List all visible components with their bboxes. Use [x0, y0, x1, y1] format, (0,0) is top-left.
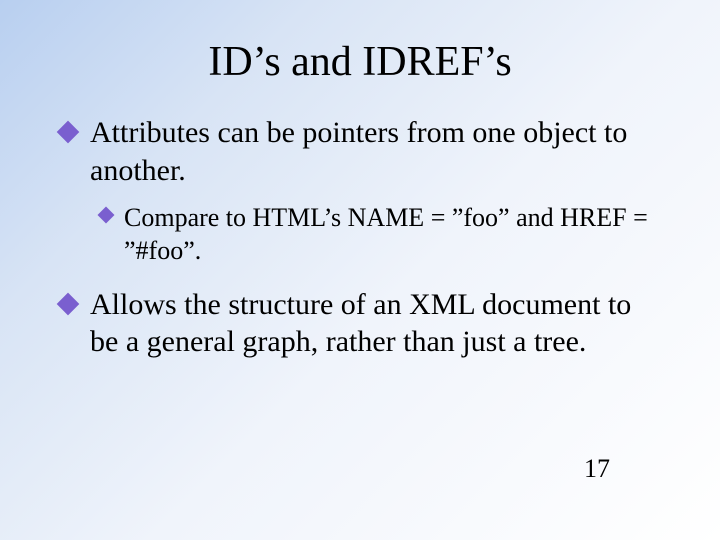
page-number: 17 [584, 454, 610, 484]
diamond-bullet-icon [57, 121, 80, 144]
bullet-text: Allows the structure of an XML document … [90, 288, 631, 359]
bullet-level1: Attributes can be pointers from one obje… [90, 114, 660, 189]
slide-body: Attributes can be pointers from one obje… [0, 114, 720, 361]
slide-title: ID’s and IDREF’s [0, 0, 720, 114]
bullet-text: Attributes can be pointers from one obje… [90, 116, 627, 187]
bullet-text: Compare to HTML’s NAME = ”foo” and HREF … [124, 203, 648, 265]
slide: ID’s and IDREF’s Attributes can be point… [0, 0, 720, 540]
bullet-level1: Allows the structure of an XML document … [90, 286, 660, 361]
bullet-level2: Compare to HTML’s NAME = ”foo” and HREF … [124, 201, 660, 268]
diamond-bullet-icon [57, 292, 80, 315]
diamond-bullet-icon [98, 207, 115, 224]
